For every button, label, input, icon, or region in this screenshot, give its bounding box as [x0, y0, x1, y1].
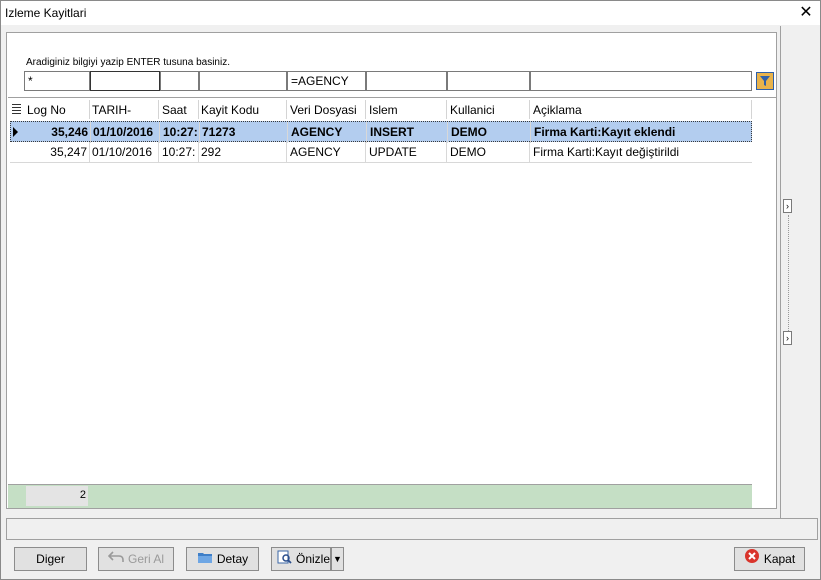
title-bar	[1, 1, 820, 25]
kapat-button-label: Kapat	[763, 552, 796, 566]
cell-kayit-kodu: 71273	[199, 122, 288, 143]
column-header-tarih[interactable]: TARIH-	[89, 100, 159, 119]
cell-saat: 10:27:	[160, 122, 200, 143]
filter-saat[interactable]	[160, 71, 199, 91]
grid-footer	[8, 484, 752, 508]
cell-veri-dosyasi: AGENCY	[288, 122, 367, 143]
onizle-dropdown-icon[interactable]: ▼	[331, 547, 344, 571]
cell-aciklama: Firma Karti:Kayıt değiştirildi	[533, 145, 680, 159]
cell-saat: 10:27:	[159, 142, 199, 163]
cell-kullanici: DEMO	[447, 142, 530, 163]
right-splitter-panel	[780, 26, 820, 520]
cell-log-no: 35,247	[24, 142, 90, 163]
cell-kayit-kodu: 292	[198, 142, 287, 163]
preview-icon	[276, 549, 292, 571]
folder-icon	[197, 549, 213, 571]
window-title: Izleme Kayitlari	[5, 6, 87, 20]
cell-islem: UPDATE	[366, 142, 447, 163]
filter-kullanici[interactable]	[447, 71, 530, 91]
cell-log-no: 35,246	[25, 122, 91, 143]
column-chooser-icon[interactable]	[10, 101, 24, 117]
detay-button[interactable]: Detay	[186, 547, 259, 571]
expand-right-icon-bottom[interactable]: ›	[783, 331, 792, 345]
table-row[interactable]: 35,246 01/10/2016 10:27: 71273 AGENCY IN…	[10, 121, 752, 143]
cell-aciklama: Firma Karti:Kayıt eklendi	[534, 125, 676, 139]
filter-tarih[interactable]	[90, 71, 160, 91]
onizle-button[interactable]: Önizle	[271, 547, 331, 571]
column-header-log-no[interactable]: Log No	[24, 100, 90, 119]
record-count: 2	[26, 486, 88, 506]
splitter-handle[interactable]	[788, 215, 789, 333]
search-hint: Aradiginiz bilgiyi yazip ENTER tusuna ba…	[26, 57, 230, 68]
filter-kayit-kodu[interactable]	[199, 71, 287, 91]
diger-button[interactable]: Diger	[14, 547, 87, 571]
grid-divider	[8, 97, 776, 98]
cell-veri-dosyasi: AGENCY	[287, 142, 366, 163]
column-header-saat[interactable]: Saat	[159, 100, 199, 119]
filter-log-no[interactable]: *	[24, 71, 90, 91]
kapat-button[interactable]: Kapat	[734, 547, 805, 571]
column-header-kayit-kodu[interactable]: Kayit Kodu	[198, 100, 287, 119]
close-icon[interactable]: ✕	[796, 3, 816, 23]
filter-icon[interactable]	[756, 72, 774, 90]
table-row[interactable]: 35,247 01/10/2016 10:27: 292 AGENCY UPDA…	[10, 142, 752, 163]
cell-tarih: 01/10/2016	[89, 142, 159, 163]
close-circle-icon	[744, 548, 760, 571]
cell-kullanici: DEMO	[448, 122, 531, 143]
status-bar	[6, 518, 818, 540]
expand-right-icon[interactable]: ›	[783, 199, 792, 213]
row-indicator-icon	[13, 127, 18, 137]
column-header-veri-dosyasi[interactable]: Veri Dosyasi	[287, 100, 366, 119]
onizle-button-label: Önizle	[296, 552, 331, 566]
detay-button-label: Detay	[216, 552, 249, 566]
filter-veri-dosyasi[interactable]: =AGENCY	[287, 71, 366, 91]
geri-al-button-label: Geri Al	[127, 552, 164, 566]
diger-button-label: Diger	[36, 552, 65, 566]
cell-tarih: 01/10/2016	[90, 122, 160, 143]
cell-islem: INSERT	[367, 122, 448, 143]
column-header-aciklama[interactable]: Açiklama	[530, 100, 752, 119]
column-header-islem[interactable]: Islem	[366, 100, 447, 119]
undo-icon	[107, 549, 124, 571]
geri-al-button[interactable]: Geri Al	[98, 547, 174, 571]
filter-islem[interactable]	[366, 71, 447, 91]
column-header-kullanici[interactable]: Kullanici	[447, 100, 530, 119]
filter-aciklama[interactable]	[530, 71, 752, 91]
